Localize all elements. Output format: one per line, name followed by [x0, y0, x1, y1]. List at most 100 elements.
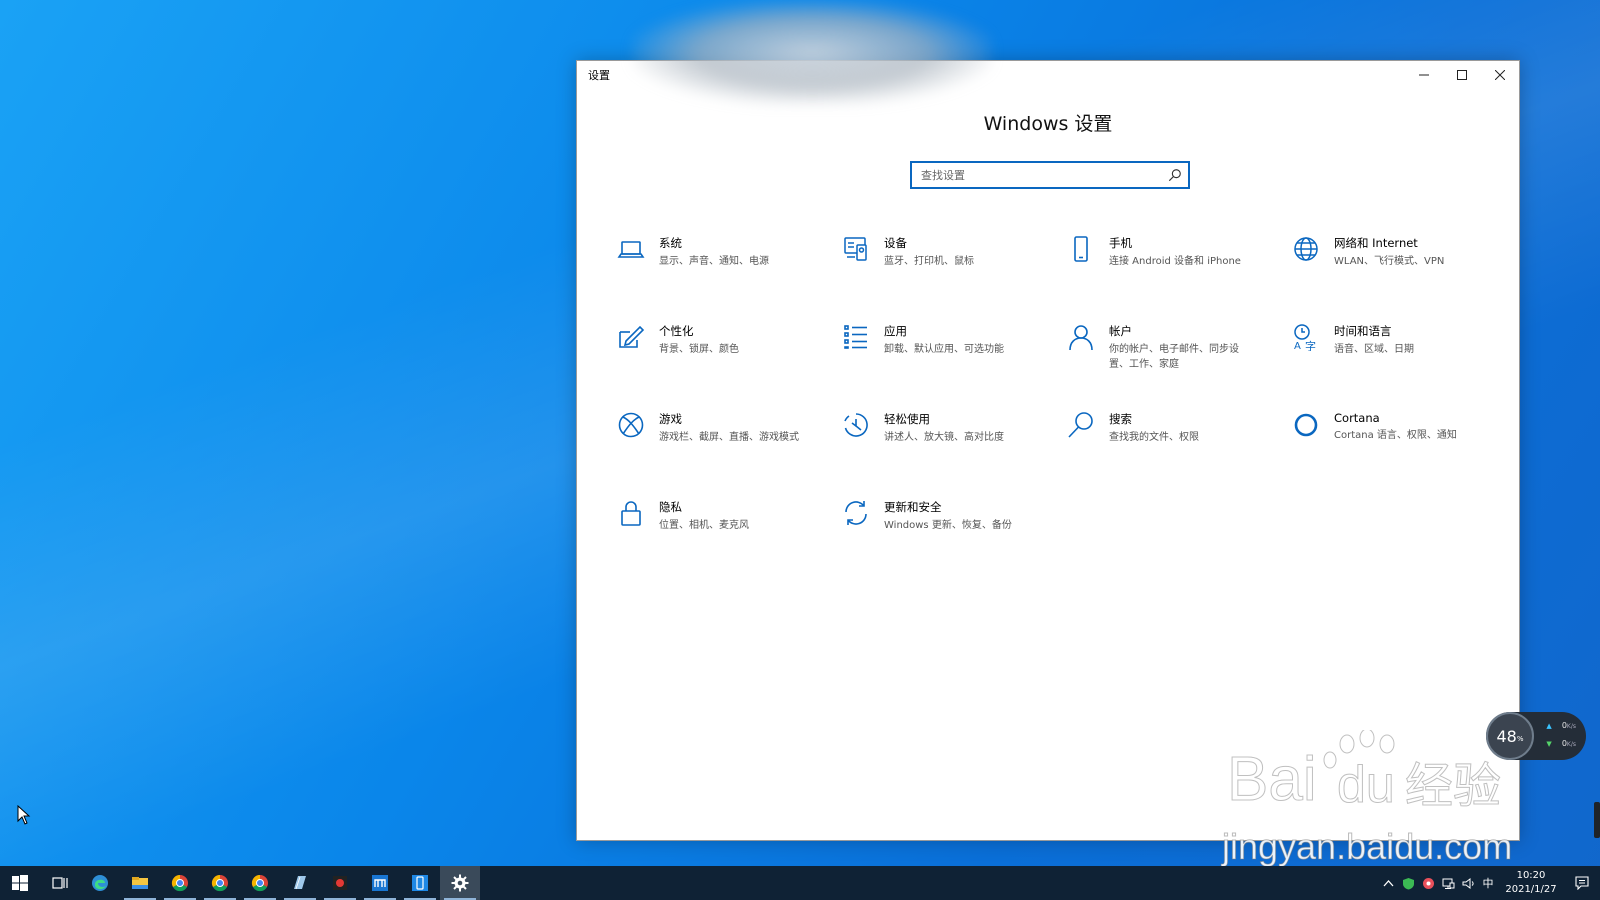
- tray-app-icon: [1422, 877, 1434, 889]
- personalization-icon: [617, 323, 645, 351]
- task-view-button[interactable]: [40, 866, 80, 900]
- tile-search-name: 搜索: [1109, 412, 1132, 426]
- tile-network-desc: WLAN、飞行模式、VPN: [1334, 256, 1445, 267]
- chrome-button-2[interactable]: [200, 866, 240, 900]
- tile-update-security[interactable]: 更新和安全 Windows 更新、恢复、备份: [842, 497, 1067, 585]
- download-unit: K/s: [1566, 741, 1576, 748]
- svg-text:字: 字: [1305, 339, 1316, 351]
- settings-window: 设置 Windows 设置 系统 显示: [576, 60, 1520, 841]
- tile-privacy[interactable]: 隐私 位置、相机、麦克风: [617, 497, 842, 585]
- tile-update-security-desc: Windows 更新、恢复、备份: [884, 520, 1012, 531]
- chrome-icon: [211, 874, 228, 892]
- chrome-icon: [251, 874, 268, 892]
- tile-search-desc: 查找我的文件、权限: [1109, 432, 1199, 443]
- tile-apps-desc: 卸载、默认应用、可选功能: [884, 344, 1004, 355]
- upload-speed: ▲ 0K/s: [1546, 721, 1576, 730]
- file-explorer-icon: [132, 877, 148, 889]
- tile-accounts[interactable]: 帐户 你的帐户、电子邮件、同步设置、工作、家庭: [1067, 321, 1292, 409]
- phone-app-icon: [412, 875, 428, 891]
- cortana-icon: [1292, 411, 1320, 439]
- svg-text:A: A: [1294, 341, 1301, 351]
- volume-tray-button[interactable]: [1458, 866, 1478, 900]
- phone-app-button[interactable]: [400, 866, 440, 900]
- tile-time-language[interactable]: A字 时间和语言 语音、区域、日期: [1292, 321, 1517, 409]
- chrome-icon: [171, 874, 188, 892]
- tile-gaming-desc: 游戏栏、截屏、直播、游戏模式: [659, 432, 799, 443]
- network-tray-button[interactable]: [1438, 866, 1458, 900]
- tile-devices[interactable]: 设备 蓝牙、打印机、鼠标: [842, 233, 1067, 321]
- chrome-button-3[interactable]: [240, 866, 280, 900]
- windows-start-icon: [12, 875, 28, 891]
- taskbar: 中 10:20 2021/1/27: [0, 866, 1600, 900]
- tile-phone[interactable]: 手机 连接 Android 设备和 iPhone: [1067, 233, 1292, 321]
- scroll-handle[interactable]: [1594, 802, 1600, 838]
- notepad-button[interactable]: [280, 866, 320, 900]
- edge-button[interactable]: [80, 866, 120, 900]
- taskbar-clock[interactable]: 10:20 2021/1/27: [1498, 869, 1564, 897]
- tile-phone-name: 手机: [1109, 236, 1132, 250]
- window-title: 设置: [588, 69, 610, 82]
- search-magnifier-icon: [1067, 411, 1095, 439]
- tile-devices-name: 设备: [884, 236, 907, 250]
- settings-gear-icon: [451, 874, 469, 892]
- store-button[interactable]: [360, 866, 400, 900]
- tile-time-language-desc: 语音、区域、日期: [1334, 344, 1414, 355]
- tray-overflow-button[interactable]: [1378, 866, 1398, 900]
- minimize-icon: [1419, 74, 1429, 76]
- recorder-button[interactable]: [320, 866, 360, 900]
- download-arrow-icon: ▼: [1546, 739, 1552, 748]
- settings-button[interactable]: [440, 866, 480, 900]
- blurred-region: [632, 0, 992, 105]
- minimize-button[interactable]: [1405, 61, 1443, 89]
- globe-icon: [1292, 235, 1320, 263]
- ime-indicator[interactable]: 中: [1478, 866, 1498, 900]
- usage-percent: 48: [1496, 726, 1517, 746]
- network-icon: [1442, 878, 1454, 889]
- ease-of-access-icon: [842, 411, 870, 439]
- search-box[interactable]: [910, 161, 1190, 189]
- speaker-icon: [1462, 877, 1474, 889]
- start-button[interactable]: [0, 866, 40, 900]
- upload-arrow-icon: ▲: [1546, 721, 1552, 730]
- tile-cortana[interactable]: Cortana Cortana 语言、权限、通知: [1292, 409, 1517, 497]
- close-button[interactable]: [1481, 61, 1519, 89]
- security-tray-button[interactable]: [1398, 866, 1418, 900]
- xbox-icon: [617, 411, 645, 439]
- tile-devices-desc: 蓝牙、打印机、鼠标: [884, 256, 974, 267]
- tile-accounts-desc: 你的帐户、电子邮件、同步设置、工作、家庭: [1109, 344, 1239, 370]
- tile-network-name: 网络和 Internet: [1334, 236, 1418, 250]
- tile-gaming[interactable]: 游戏 游戏栏、截屏、直播、游戏模式: [617, 409, 842, 497]
- time-language-icon: A字: [1292, 323, 1320, 353]
- tile-ease-of-access[interactable]: 轻松使用 讲述人、放大镜、高对比度: [842, 409, 1067, 497]
- tile-personalization[interactable]: 个性化 背景、锁屏、颜色: [617, 321, 842, 409]
- maximize-icon: [1457, 70, 1467, 80]
- notepad-icon: [294, 876, 306, 890]
- search-input[interactable]: [921, 168, 1168, 182]
- tile-gaming-name: 游戏: [659, 412, 682, 426]
- action-center-button[interactable]: [1564, 866, 1600, 900]
- tile-time-language-name: 时间和语言: [1334, 324, 1392, 338]
- store-icon: [372, 875, 388, 891]
- file-explorer-button[interactable]: [120, 866, 160, 900]
- phone-icon: [1067, 235, 1095, 263]
- tile-apps[interactable]: 应用 卸载、默认应用、可选功能: [842, 321, 1067, 409]
- tile-cortana-name: Cortana: [1334, 411, 1380, 425]
- network-monitor-widget[interactable]: 48% ▲ 0K/s ▼ 0K/s: [1486, 712, 1586, 760]
- maximize-button[interactable]: [1443, 61, 1481, 89]
- close-icon: [1495, 70, 1505, 80]
- chrome-button-1[interactable]: [160, 866, 200, 900]
- search-icon[interactable]: [1168, 168, 1182, 182]
- tile-search[interactable]: 搜索 查找我的文件、权限: [1067, 409, 1292, 497]
- shield-icon: [1402, 877, 1414, 889]
- tile-network[interactable]: 网络和 Internet WLAN、飞行模式、VPN: [1292, 233, 1517, 321]
- task-view-icon: [52, 877, 68, 889]
- update-icon: [842, 499, 870, 527]
- usage-percent-unit: %: [1516, 735, 1524, 743]
- apps-icon: [842, 323, 870, 351]
- devices-icon: [842, 235, 870, 263]
- app-tray-button[interactable]: [1418, 866, 1438, 900]
- tile-ease-of-access-desc: 讲述人、放大镜、高对比度: [884, 432, 1004, 443]
- cpu-usage-circle: 48%: [1486, 712, 1534, 760]
- download-speed: ▼ 0K/s: [1546, 739, 1576, 748]
- tile-system[interactable]: 系统 显示、声音、通知、电源: [617, 233, 842, 321]
